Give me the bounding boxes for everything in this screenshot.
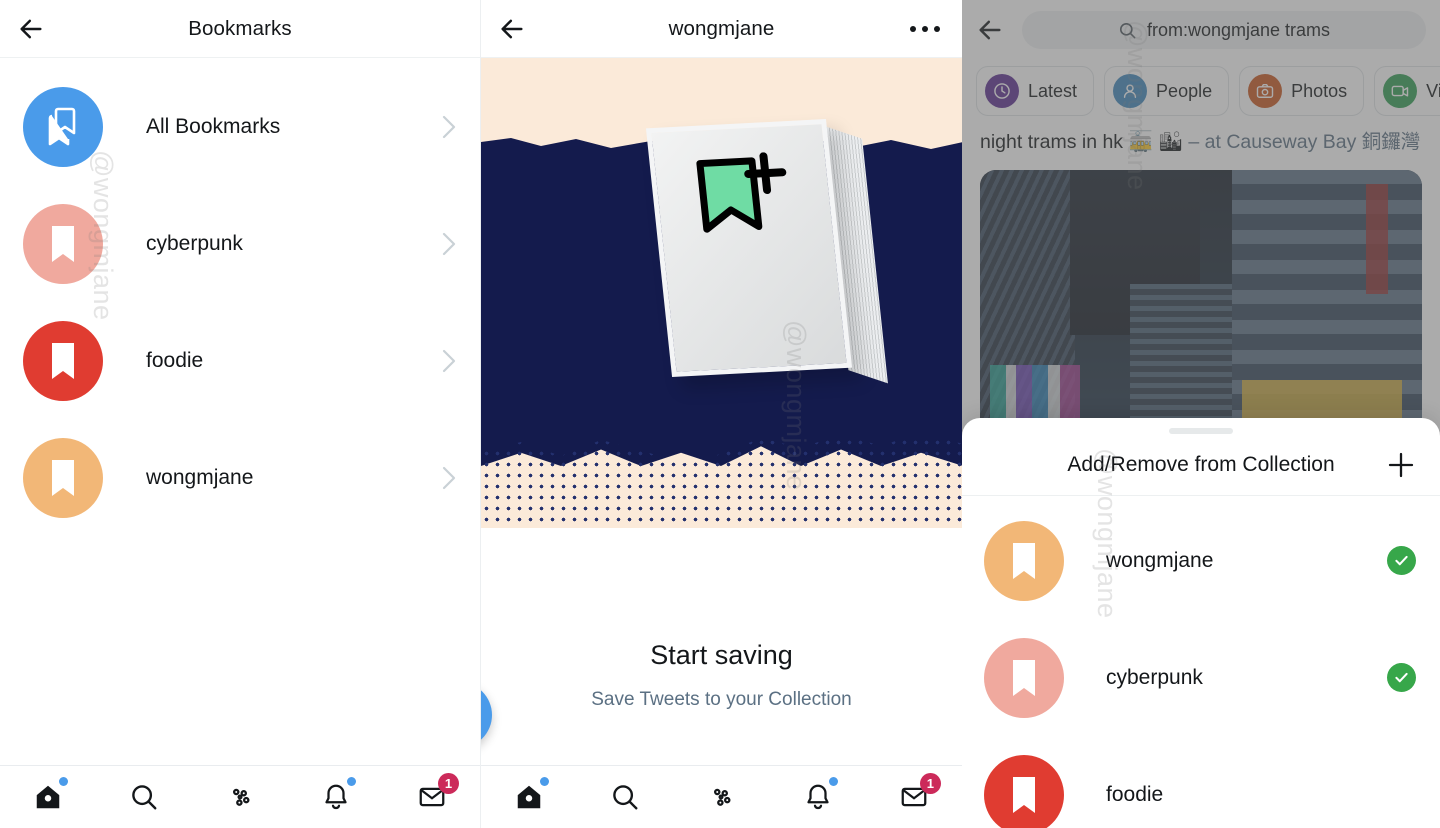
add-remove-collection-sheet: Add/Remove from Collection wongmjane cyb… [962,418,1440,828]
bell-icon [807,784,829,810]
collection-appbar: wongmjane [481,0,962,58]
nav-search[interactable] [116,776,172,818]
collection-detail-panel: wongmjane Start saving Save Tweets to yo… [480,0,962,828]
nav-messages[interactable]: 1 [404,773,460,818]
collection-row-wongmjane[interactable]: wongmjane [0,419,480,536]
search-icon [132,785,157,810]
chevron-right-icon [442,115,456,138]
sheet-row-cyberpunk[interactable]: cyberpunk [962,619,1440,736]
arrow-left-icon [501,19,523,38]
search-results-panel: from:wongmjane trams Latest People [962,0,1440,828]
chevron-right-icon [442,466,456,489]
sheet-row-foodie[interactable]: foodie [962,736,1440,828]
page-title: Bookmarks [188,16,292,40]
book-illustration [645,118,888,384]
nav-dot-badge [347,777,356,786]
bookmark-plus-icon [696,152,787,233]
plus-icon[interactable] [1386,450,1416,480]
bookmark-icon [984,637,1064,718]
bookmark-icon [984,520,1064,601]
nav-notifications[interactable] [308,776,364,818]
collection-row-all-bookmarks[interactable]: All Bookmarks [0,68,480,185]
nav-dot-badge [828,777,838,786]
bookmarks-panel: Bookmarks All Bookmarks cyberpunk foodie… [0,0,480,828]
bookmarks-appbar: Bookmarks [0,0,480,58]
more-horizontal-icon[interactable] [910,25,940,32]
back-button[interactable] [14,12,48,46]
chevron-right-icon [442,349,456,372]
check-icon[interactable] [1387,663,1416,692]
search-icon [613,785,638,810]
sheet-row-label: wongmjane [1106,548,1214,572]
check-icon[interactable] [1387,546,1416,575]
nav-messages[interactable]: 1 [886,773,942,818]
nav-home[interactable] [20,776,76,818]
nav-dot-badge [59,777,68,786]
collection-label: cyberpunk [146,231,243,255]
sheet-row-label: cyberpunk [1106,665,1203,689]
collection-label: foodie [146,348,204,372]
home-icon [36,785,60,809]
collection-label: wongmjane [146,465,254,489]
collection-label: All Bookmarks [146,114,281,138]
collection-row-cyberpunk[interactable]: cyberpunk [0,185,480,302]
sheet-title: Add/Remove from Collection [1067,452,1335,476]
page-title: wongmjane [668,16,775,40]
sheet-header: Add/Remove from Collection [962,434,1440,496]
nav-home[interactable] [501,776,557,818]
nav-spaces[interactable] [212,776,268,818]
arrow-left-icon [20,19,42,38]
bookmark-icon [23,437,103,518]
bell-icon [325,784,347,810]
bottom-navigation-mid: 1 [481,765,962,828]
spaces-icon [233,788,250,806]
nav-notifications[interactable] [790,776,846,818]
empty-state-subtitle: Save Tweets to your Collection [591,689,852,710]
nav-search[interactable] [597,776,653,818]
bottom-navigation-left: 1 [0,765,480,828]
bookmarks-stack-icon [23,86,103,167]
bookmark-icon [23,320,103,401]
home-icon [517,785,541,809]
spaces-icon [714,788,731,806]
back-button[interactable] [495,12,529,46]
bookmark-icon [23,203,103,284]
nav-count-badge: 1 [919,773,941,794]
sheet-collections-list: wongmjane cyberpunk foodie [962,496,1440,828]
nav-spaces[interactable] [693,776,749,818]
chevron-right-icon [442,232,456,255]
empty-state-illustration [481,58,962,528]
bookmark-icon [984,754,1064,828]
collections-list: All Bookmarks cyberpunk foodie wongmjane [0,58,480,536]
nav-count-badge: 1 [438,773,459,794]
sheet-row-label: foodie [1106,782,1164,806]
sheet-row-wongmjane[interactable]: wongmjane [962,502,1440,619]
screenshot-stage: Bookmarks All Bookmarks cyberpunk foodie… [0,0,1440,828]
empty-state-title: Start saving [650,640,793,670]
nav-dot-badge [540,777,550,786]
collection-row-foodie[interactable]: foodie [0,302,480,419]
